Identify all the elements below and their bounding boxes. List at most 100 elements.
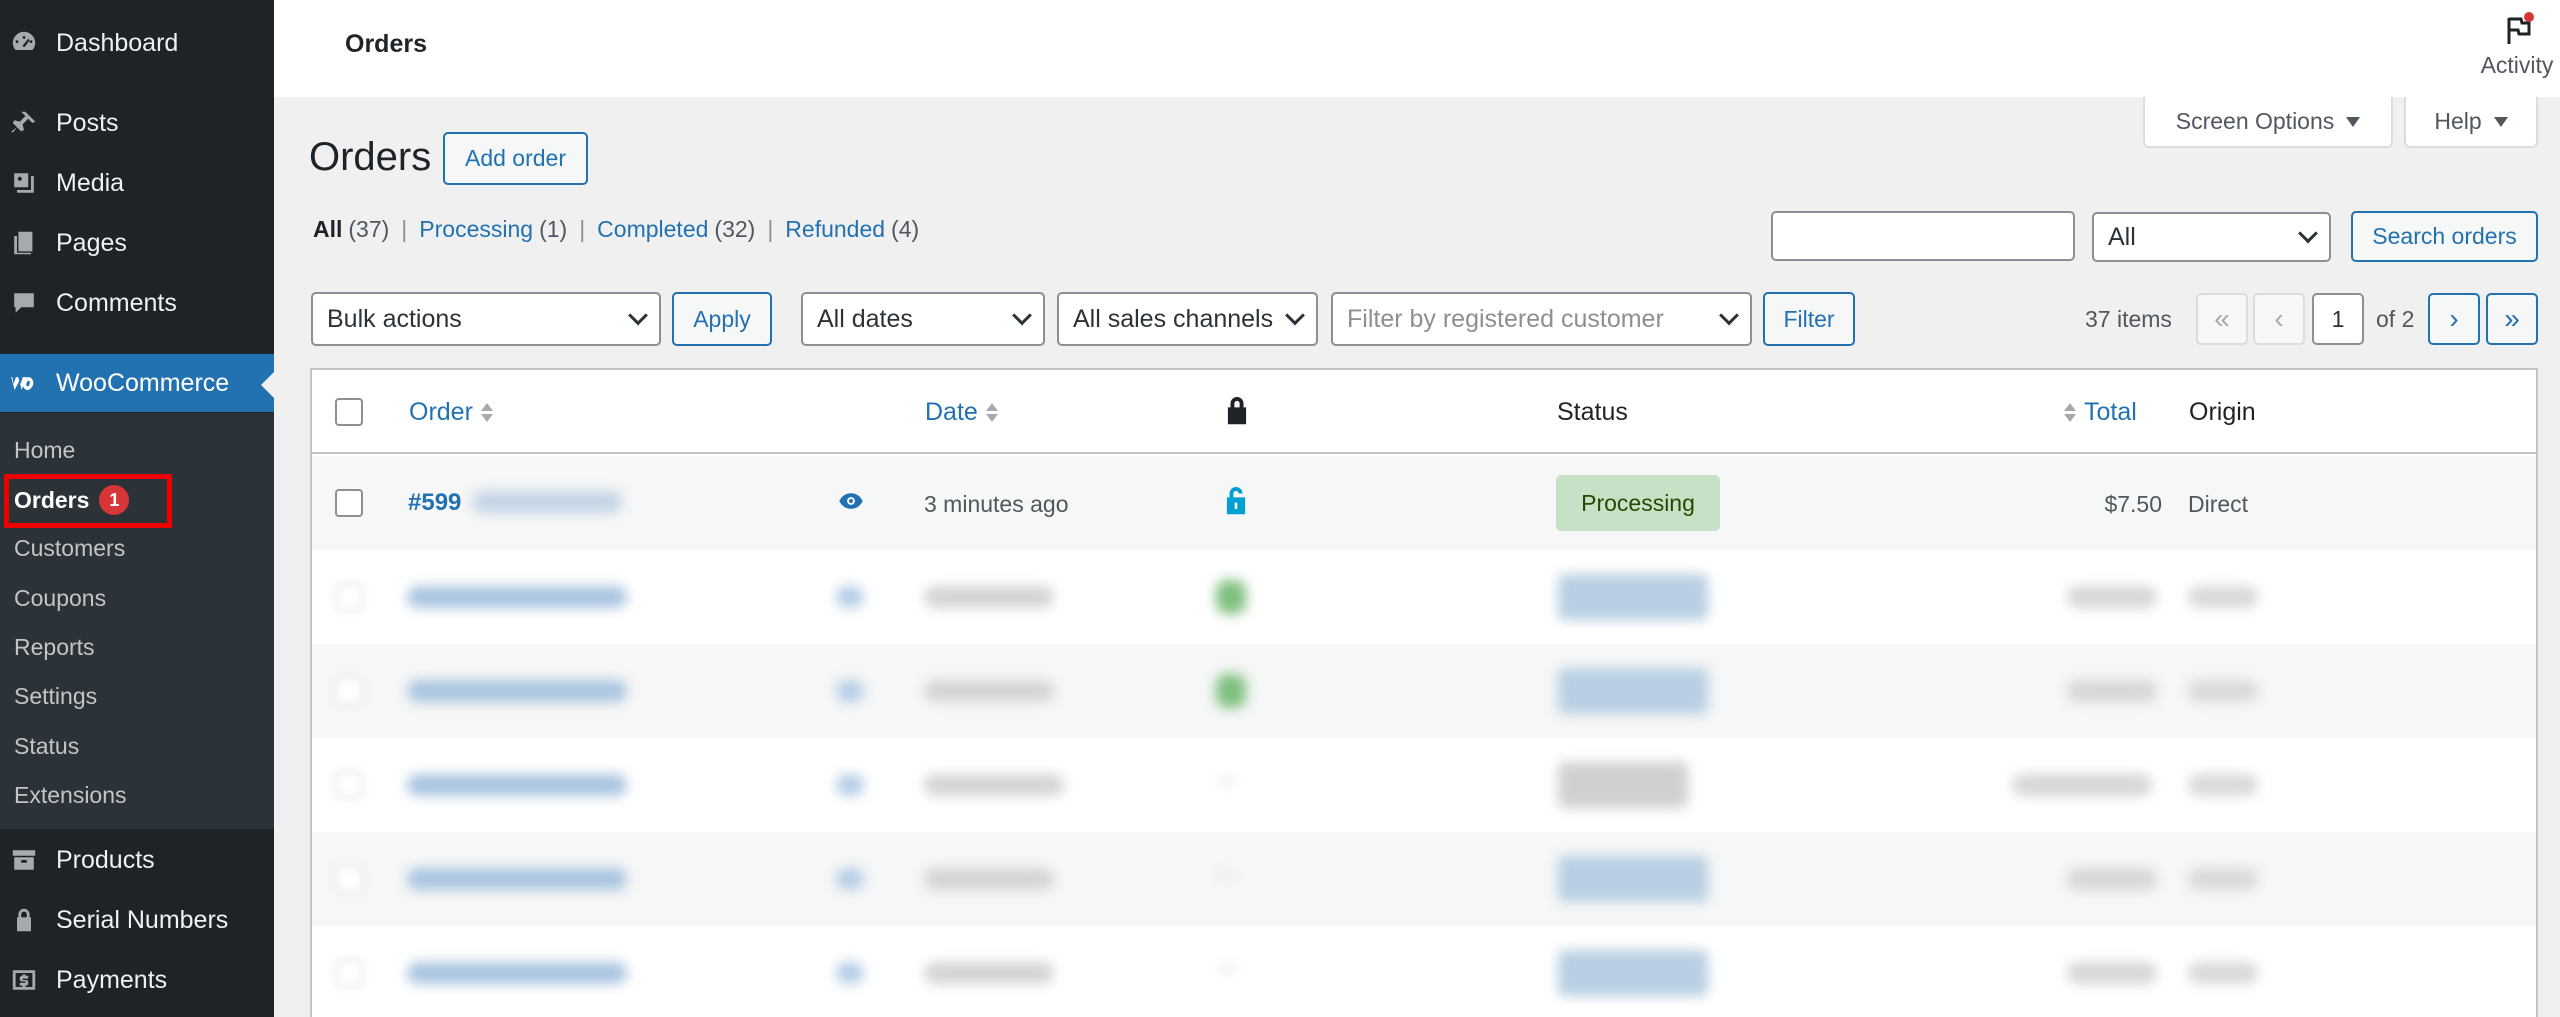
status-badge: Processing (1556, 475, 1720, 531)
sales-channels-select[interactable]: All sales channels (1057, 292, 1318, 346)
sort-icon (2064, 403, 2076, 422)
blurred-origin (2188, 680, 2258, 702)
column-date[interactable]: Date (925, 398, 998, 427)
row-checkbox[interactable] (335, 583, 363, 611)
search-type-value: All (2108, 222, 2136, 251)
column-order-label: Order (409, 398, 473, 426)
row-checkbox[interactable] (335, 771, 363, 799)
row-checkbox[interactable] (335, 959, 363, 987)
table-row[interactable] (312, 644, 2536, 738)
sidebar-item-media[interactable]: Media (0, 154, 274, 212)
row-checkbox[interactable] (335, 677, 363, 705)
blurred-dash (1220, 872, 1234, 878)
submenu-reports[interactable]: Reports (14, 634, 95, 661)
blurred-total (2067, 962, 2157, 984)
blurred-total (2067, 586, 2157, 608)
pages-icon (9, 228, 39, 258)
column-status: Status (1557, 398, 1628, 426)
comments-icon (9, 288, 39, 318)
blurred-date (924, 774, 1064, 796)
submenu-settings[interactable]: Settings (14, 683, 97, 710)
current-menu-arrow (261, 372, 274, 398)
submenu-home[interactable]: Home (14, 437, 75, 464)
caret-down-icon (2346, 116, 2361, 127)
dates-select[interactable]: All dates (801, 292, 1045, 346)
column-total[interactable]: Total (2064, 398, 2137, 427)
search-type-select[interactable]: All (2092, 212, 2331, 262)
blurred-status (1558, 762, 1688, 808)
search-orders-button[interactable]: Search orders (2351, 211, 2538, 262)
last-page-button[interactable]: » (2486, 293, 2538, 345)
column-order[interactable]: Order (409, 398, 493, 427)
chevron-down-icon (628, 305, 648, 326)
pin-icon (9, 108, 39, 138)
help-button[interactable]: Help (2404, 97, 2538, 148)
filter-processing-count: (1) (539, 216, 568, 242)
flag-icon (2507, 12, 2534, 44)
blurred-eye-icon (836, 774, 864, 796)
submenu-status[interactable]: Status (14, 733, 79, 760)
screen-options-button[interactable]: Screen Options (2143, 97, 2393, 148)
add-order-button[interactable]: Add order (443, 132, 588, 185)
table-row[interactable] (312, 550, 2536, 644)
sidebar-item-label: Comments (56, 288, 177, 317)
select-all-checkbox[interactable] (335, 398, 363, 426)
sidebar-item-label: Products (56, 845, 155, 874)
customer-filter-select[interactable]: Filter by registered customer (1331, 292, 1752, 346)
sidebar-item-posts[interactable]: Posts (0, 94, 274, 152)
column-origin: Origin (2189, 398, 2256, 426)
order-total: $7.50 (2104, 491, 2162, 517)
activity-button[interactable]: Activity (2474, 6, 2560, 79)
sidebar-item-products[interactable]: Products (0, 831, 274, 889)
row-checkbox[interactable] (335, 489, 363, 517)
blurred-eye-icon (836, 962, 864, 984)
sidebar-item-serial-numbers[interactable]: Serial Numbers (0, 891, 274, 949)
table-row[interactable] (312, 926, 2536, 1017)
first-page-button[interactable]: « (2196, 293, 2248, 345)
blurred-order-link (407, 680, 627, 702)
blurred-order-link (407, 868, 627, 890)
current-page-input[interactable]: 1 (2312, 293, 2364, 345)
filter-completed-count: (32) (714, 216, 756, 242)
order-link[interactable]: #599 (408, 489, 461, 517)
activity-label: Activity (2480, 52, 2554, 78)
blurred-date (924, 868, 1054, 890)
table-row[interactable] (312, 738, 2536, 832)
apply-button[interactable]: Apply (672, 292, 772, 346)
submenu-customers[interactable]: Customers (14, 535, 125, 562)
blurred-total (2067, 680, 2157, 702)
blurred-status (1558, 950, 1708, 996)
filter-button[interactable]: Filter (1763, 292, 1855, 346)
table-row[interactable]: #599 3 minutes ago Processing $7.50 Dire… (312, 456, 2536, 550)
filter-refunded[interactable]: Refunded (785, 216, 885, 243)
table-row[interactable] (312, 832, 2536, 926)
prev-page-button[interactable]: ‹ (2253, 293, 2305, 345)
sidebar-item-woocommerce[interactable]: WooCommerce (0, 354, 274, 412)
sidebar-item-pages[interactable]: Pages (0, 214, 274, 272)
blurred-origin (2188, 962, 2258, 984)
sidebar-item-label: Payments (56, 965, 168, 994)
row-checkbox[interactable] (335, 865, 363, 893)
filter-processing[interactable]: Processing (419, 216, 533, 243)
sidebar-item-dashboard[interactable]: Dashboard (0, 14, 274, 72)
filter-all[interactable]: All (313, 216, 342, 243)
blurred-dash (1220, 966, 1234, 972)
preview-eye-icon[interactable] (838, 488, 864, 520)
items-count: 37 items (2085, 306, 2172, 332)
media-icon (9, 168, 39, 198)
submenu-coupons[interactable]: Coupons (14, 585, 106, 612)
filter-all-count: (37) (348, 216, 390, 242)
sidebar-item-payments[interactable]: Payments (0, 951, 274, 1009)
filter-completed[interactable]: Completed (597, 216, 708, 243)
next-page-button[interactable]: › (2428, 293, 2480, 345)
column-lock (1224, 394, 1250, 426)
page-title: Orders (309, 135, 432, 179)
submenu-extensions[interactable]: Extensions (14, 782, 127, 809)
search-input[interactable] (1771, 211, 2075, 261)
woocommerce-icon (9, 368, 39, 398)
sidebar-item-comments[interactable]: Comments (0, 274, 274, 332)
lock-icon (9, 905, 39, 935)
bulk-actions-select[interactable]: Bulk actions (311, 292, 661, 346)
blurred-status (1558, 574, 1708, 620)
blurred-status (1558, 856, 1708, 902)
